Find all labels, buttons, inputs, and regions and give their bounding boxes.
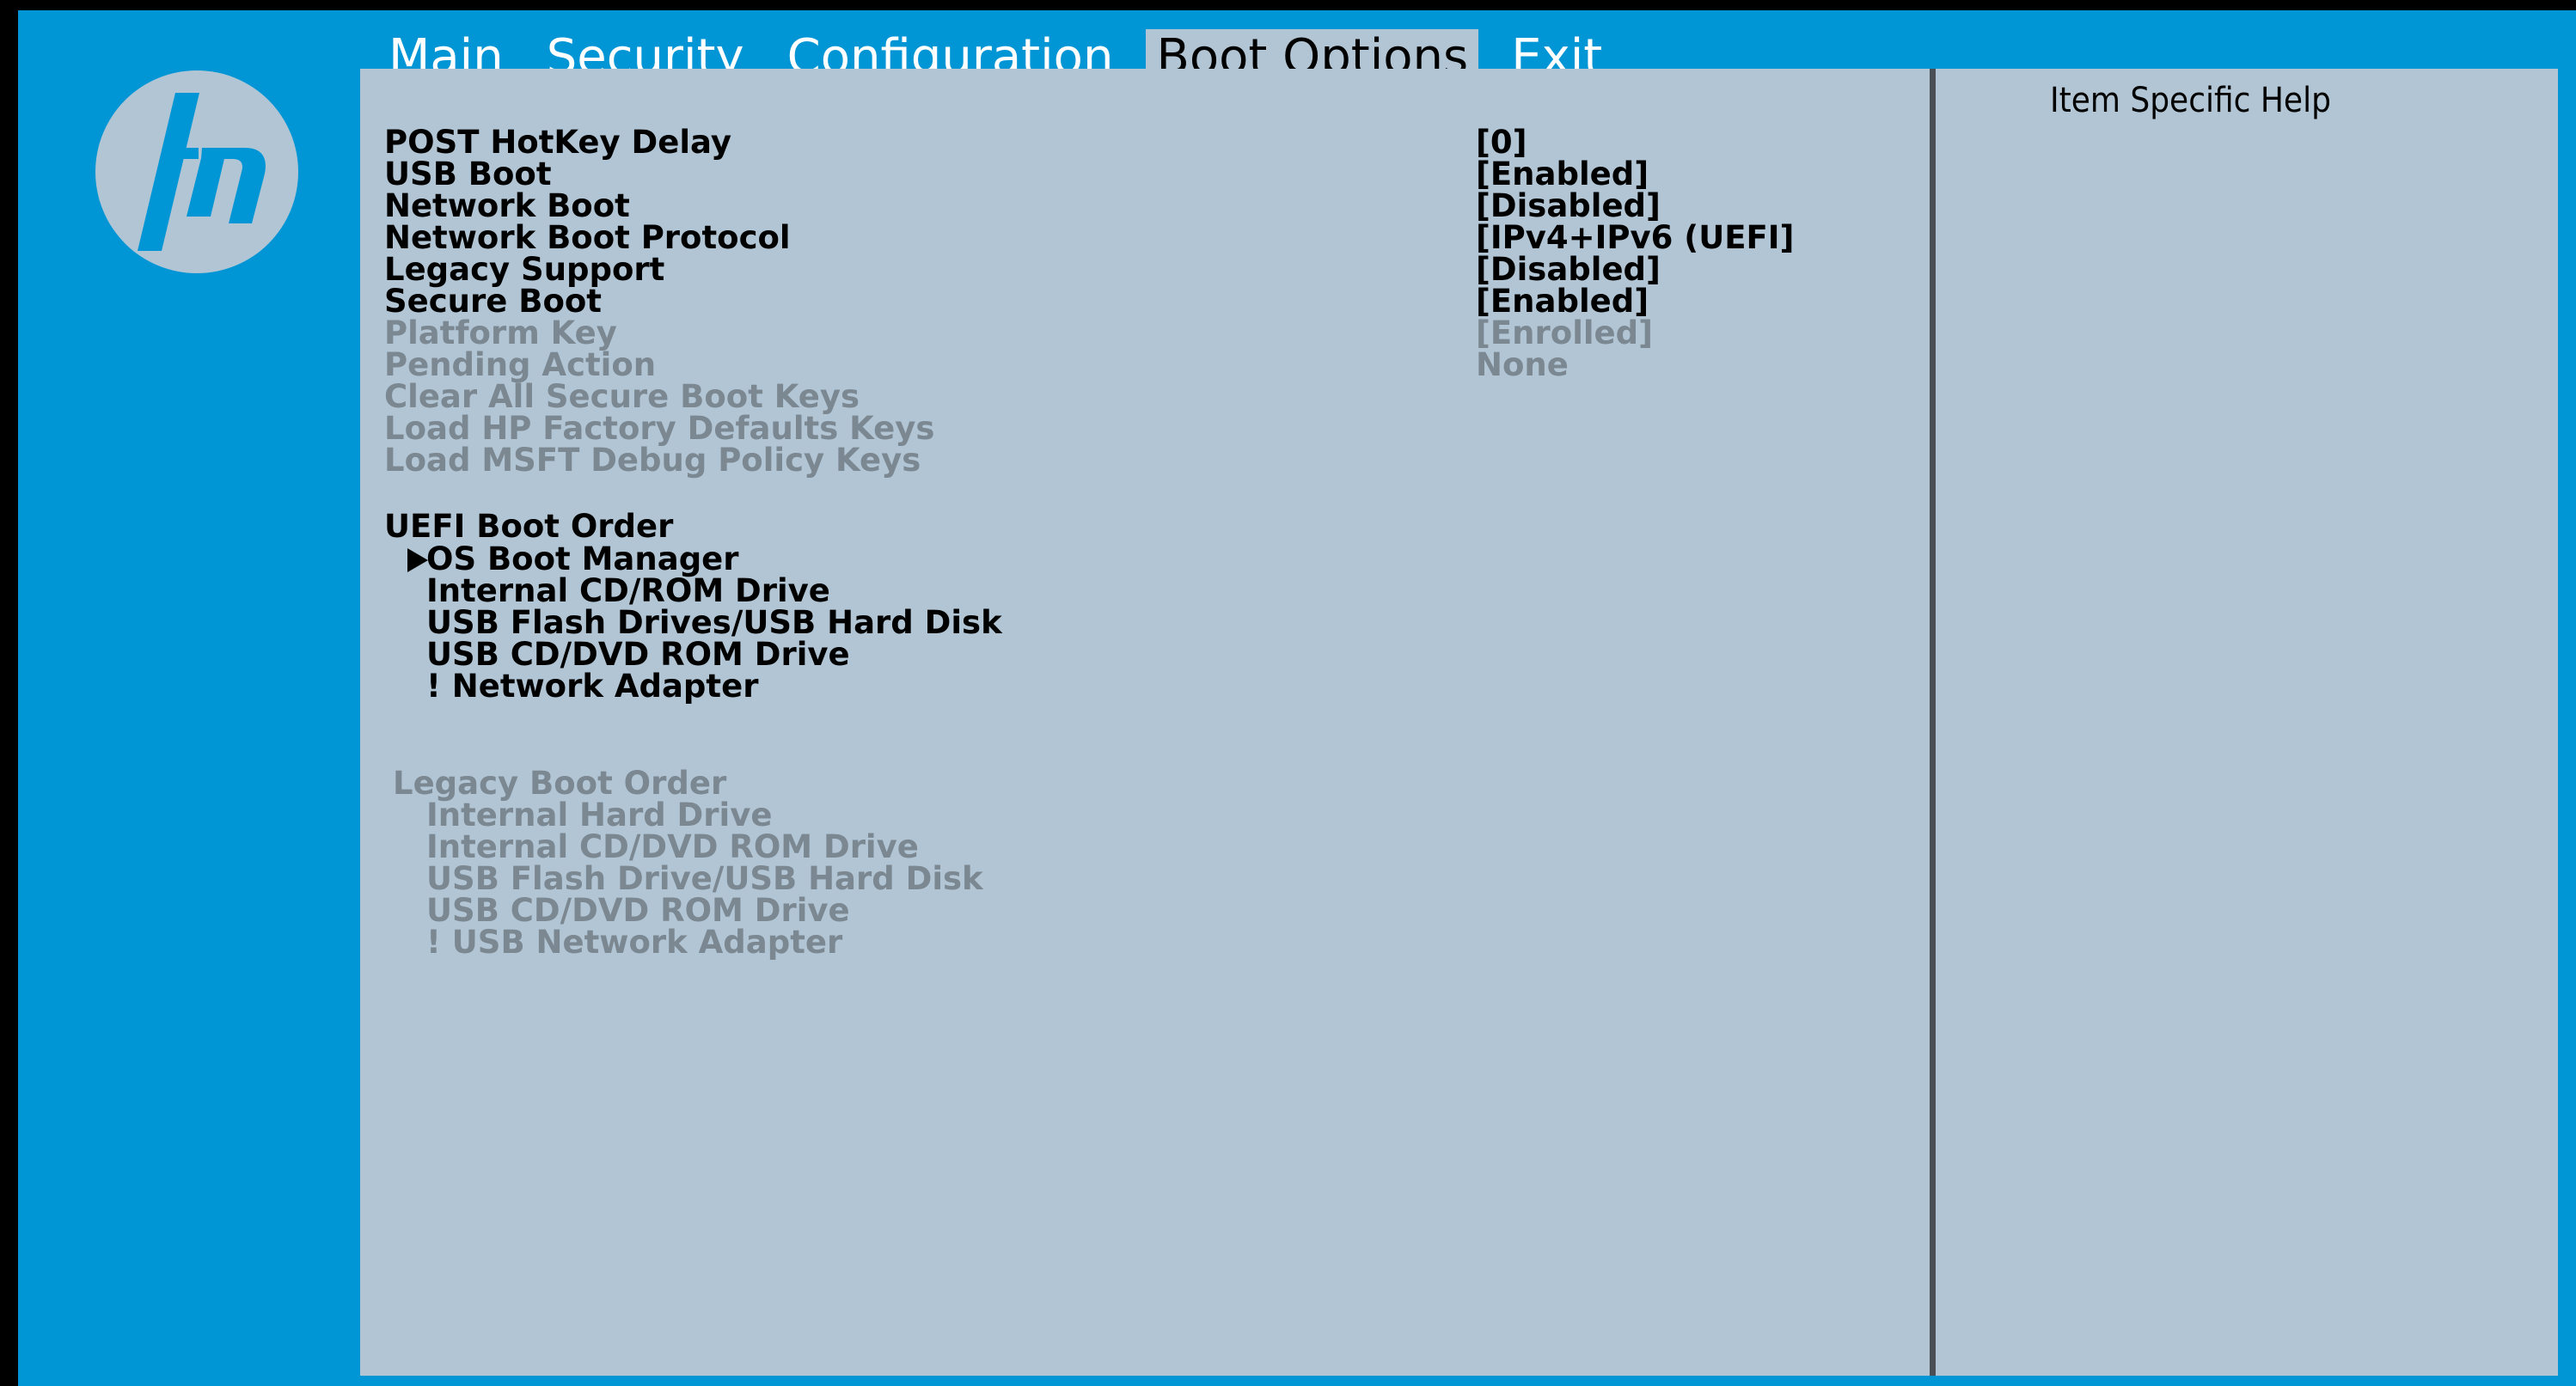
setting-pending-action-label: Pending Action xyxy=(384,346,657,383)
help-panel xyxy=(1936,69,2558,1376)
uefi-boot-item-internal-cd-rom[interactable]: Internal CD/ROM Drive xyxy=(426,575,830,607)
setting-network-boot-label[interactable]: Network Boot xyxy=(384,190,630,222)
setting-network-boot-value[interactable]: [Disabled] xyxy=(1476,190,1661,222)
uefi-boot-order-title: UEFI Boot Order xyxy=(384,508,674,545)
setting-platform-key-value: [Enrolled] xyxy=(1476,314,1654,351)
uefi-boot-item-os-boot-manager[interactable]: OS Boot Manager xyxy=(426,543,739,575)
setting-legacy-support-label[interactable]: Legacy Support xyxy=(384,253,664,285)
setting-secure-boot-label[interactable]: Secure Boot xyxy=(384,285,602,317)
setting-legacy-support-value[interactable]: [Disabled] xyxy=(1476,253,1661,285)
setting-load-msft-debug-keys: Load MSFT Debug Policy Keys xyxy=(384,442,921,479)
legacy-boot-item-usb-network-adapter: ! USB Network Adapter xyxy=(426,924,843,961)
legacy-boot-item-usb-cd-dvd: USB CD/DVD ROM Drive xyxy=(426,892,850,929)
setting-load-hp-factory-keys: Load HP Factory Defaults Keys xyxy=(384,410,935,447)
legacy-boot-item-internal-hard-drive: Internal Hard Drive xyxy=(426,797,773,833)
uefi-boot-item-usb-cd-dvd[interactable]: USB CD/DVD ROM Drive xyxy=(426,638,850,670)
setting-usb-boot-value[interactable]: [Enabled] xyxy=(1476,158,1649,190)
help-title: Item Specific Help xyxy=(2050,81,2331,120)
selection-arrow-icon xyxy=(407,548,428,572)
legacy-boot-item-usb-flash: USB Flash Drive/USB Hard Disk xyxy=(426,860,983,897)
uefi-boot-item-network-adapter[interactable]: ! Network Adapter xyxy=(426,670,758,702)
panel-divider xyxy=(1930,69,1936,1376)
setting-platform-key-label: Platform Key xyxy=(384,314,617,351)
setting-pending-action-value: None xyxy=(1476,346,1569,383)
setting-secure-boot-value[interactable]: [Enabled] xyxy=(1476,285,1649,317)
setting-clear-secure-boot-keys: Clear All Secure Boot Keys xyxy=(384,378,860,415)
uefi-boot-item-usb-flash[interactable]: USB Flash Drives/USB Hard Disk xyxy=(426,607,1002,638)
setting-network-boot-protocol-value[interactable]: [IPv4+IPv6 (UEFI] xyxy=(1476,222,1794,253)
setting-network-boot-protocol-label[interactable]: Network Boot Protocol xyxy=(384,222,791,253)
legacy-boot-order-title: Legacy Boot Order xyxy=(393,765,727,802)
setting-usb-boot-label[interactable]: USB Boot xyxy=(384,158,552,190)
legacy-boot-item-internal-cd-dvd: Internal CD/DVD ROM Drive xyxy=(426,828,919,865)
setting-post-hotkey-delay-value[interactable]: [0] xyxy=(1476,126,1527,158)
setting-post-hotkey-delay-label[interactable]: POST HotKey Delay xyxy=(384,126,731,158)
hp-logo-icon xyxy=(95,70,298,273)
